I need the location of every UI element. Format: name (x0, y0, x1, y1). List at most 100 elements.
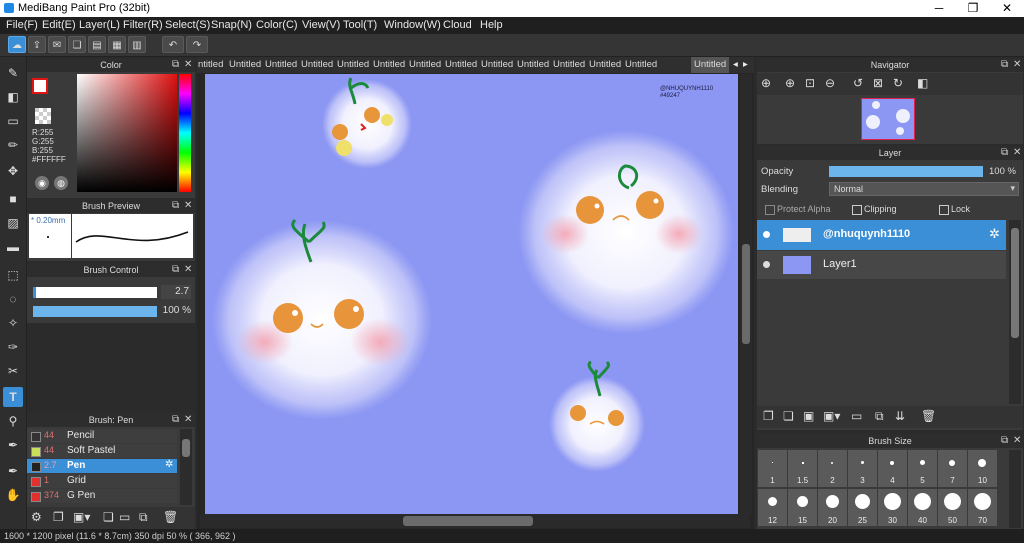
tab-untitled[interactable]: Untitled (265, 57, 297, 73)
brush-size-cell[interactable]: 3 (848, 450, 877, 487)
brush-opacity-slider[interactable] (33, 306, 157, 317)
tab-untitled[interactable]: Untitled (409, 57, 441, 73)
fit-window-icon[interactable]: ⊡ (805, 76, 815, 90)
bucket-tool-icon[interactable]: ▨ (3, 213, 23, 233)
lasso-tool-icon[interactable]: ◌ (3, 289, 23, 309)
brush-size-cell[interactable]: 1 (758, 450, 787, 487)
duplicate-icon[interactable]: ⧉ (139, 510, 148, 525)
brush-opacity-value[interactable]: 100 % (161, 304, 191, 318)
layer-row-selected[interactable]: @nhuquynh1110 ✲ (757, 220, 1006, 250)
brush-size-cell[interactable]: 12 (758, 489, 787, 526)
layer-row[interactable]: Layer1 (757, 251, 1006, 279)
zoom-in-icon[interactable]: ⊕ (785, 76, 795, 90)
new-layer-8bit-icon[interactable]: ▣ (803, 409, 814, 423)
popout-icon[interactable]: ⧉ (172, 263, 179, 277)
eraser-tool-icon[interactable]: ◧ (3, 87, 23, 107)
menu-snap[interactable]: Snap(N) (211, 19, 252, 31)
eye-icon[interactable] (763, 231, 770, 238)
protect-alpha-checkbox[interactable] (765, 205, 775, 215)
menu-cloud[interactable]: Cloud (443, 19, 472, 31)
comment-icon[interactable]: ❏ (68, 36, 86, 53)
add-brush-menu-icon[interactable]: ▣▾ (73, 510, 90, 524)
popout-icon[interactable]: ⧉ (172, 58, 179, 72)
close-icon[interactable]: ✕ (184, 199, 192, 213)
operation-tool-icon[interactable]: ⚲ (3, 411, 23, 431)
close-icon[interactable]: ✕ (1013, 146, 1021, 160)
fill-rect-tool-icon[interactable]: ■ (3, 189, 23, 209)
gradation-tool-icon[interactable]: ▬ (3, 237, 23, 257)
zoom-out-icon[interactable]: ⊖ (825, 76, 835, 90)
popout-icon[interactable]: ⧉ (172, 413, 179, 427)
trash-icon[interactable]: 🗑 (921, 409, 936, 423)
gear-icon[interactable]: ✲ (989, 226, 1000, 242)
menu-select[interactable]: Select(S) (165, 19, 210, 31)
brush-size-cell[interactable]: 30 (878, 489, 907, 526)
color-saturation-picker[interactable] (77, 74, 177, 192)
clipping-checkbox[interactable] (852, 205, 862, 215)
new-halftone-layer-icon[interactable]: ❏ (783, 409, 794, 423)
navigator-thumbnail[interactable] (861, 98, 915, 140)
text-tool-icon[interactable]: T (3, 387, 23, 407)
list-item[interactable]: 44 Soft Pastel (27, 444, 177, 458)
menu-layer[interactable]: Layer(L) (79, 19, 120, 31)
close-icon[interactable]: ✕ (184, 58, 192, 72)
merge-layer-icon[interactable]: ⇊ (895, 409, 905, 423)
primary-color-swatch[interactable] (32, 78, 48, 94)
page-icon[interactable]: ▤ (88, 36, 106, 53)
zoom-fit-icon[interactable]: ⊕ (761, 76, 771, 90)
rotate-right-icon[interactable]: ↻ (893, 76, 903, 90)
hue-slider[interactable] (179, 74, 191, 192)
redo-icon[interactable]: ↷ (186, 36, 208, 53)
menu-window[interactable]: Window(W) (384, 19, 441, 31)
palette-icon[interactable]: ◉ (35, 176, 49, 190)
close-icon[interactable]: ✕ (184, 413, 192, 427)
tab-untitled-active[interactable]: Untitled (691, 57, 730, 73)
layer-opacity-slider[interactable] (829, 166, 983, 177)
close-button[interactable]: ✕ (990, 0, 1024, 17)
tab-untitled[interactable]: Untitled (373, 57, 405, 73)
tab-untitled[interactable]: Untitled (553, 57, 585, 73)
brush-tool-icon[interactable]: ✎ (3, 63, 23, 83)
select-pen-tool-icon[interactable]: ✑ (3, 337, 23, 357)
add-layer-menu-icon[interactable]: ▣▾ (823, 409, 840, 423)
brush-size-cell[interactable]: 25 (848, 489, 877, 526)
new-brush-icon[interactable]: ❐ (53, 510, 64, 524)
close-icon[interactable]: ✕ (1013, 434, 1021, 448)
tab-scroll-right-icon[interactable]: ▸ (743, 57, 748, 73)
upload-icon[interactable]: ⇪ (28, 36, 46, 53)
duplicate-layer-icon[interactable]: ⧉ (875, 409, 884, 424)
popout-icon[interactable]: ⧉ (1001, 146, 1008, 160)
pages-icon[interactable]: ▦ (108, 36, 126, 53)
gear-icon[interactable]: ✲ (165, 459, 173, 470)
hand-tool-icon[interactable]: ✋ (3, 485, 23, 505)
chat-icon[interactable]: ✉ (48, 36, 66, 53)
tab-untitled[interactable]: Untitled (229, 57, 261, 73)
close-icon[interactable]: ✕ (184, 263, 192, 277)
shape-tool-icon[interactable]: ▭ (3, 111, 23, 131)
folder-icon[interactable]: ▭ (119, 510, 130, 524)
brush-size-cell[interactable]: 10 (968, 450, 997, 487)
menu-filter[interactable]: Filter(R) (123, 19, 163, 31)
brush-size-cell[interactable]: 50 (938, 489, 967, 526)
tab-untitled[interactable]: Untitled (301, 57, 333, 73)
brush-size-cell[interactable]: 1.5 (788, 450, 817, 487)
rotate-left-icon[interactable]: ↺ (853, 76, 863, 90)
select-tool-icon[interactable]: ⬚ (3, 265, 23, 285)
brush-size-cell[interactable]: 4 (878, 450, 907, 487)
color-history-icon[interactable]: ◍ (54, 176, 68, 190)
canvas-vertical-scrollbar[interactable] (740, 74, 752, 514)
list-item[interactable]: 1 Grid (27, 474, 177, 488)
layer-list-scrollbar[interactable] (1009, 220, 1021, 404)
trash-icon[interactable]: 🗑 (163, 510, 178, 524)
copy-brush-icon[interactable]: ❏ (103, 510, 114, 524)
dot-tool-icon[interactable]: ✏ (3, 135, 23, 155)
brush-size-cell[interactable]: 7 (938, 450, 967, 487)
tab-untitled[interactable]: Untitled (517, 57, 549, 73)
brush-size-cell[interactable]: 15 (788, 489, 817, 526)
tab-untitled[interactable]: Untitled (625, 57, 657, 73)
brush-size-cell[interactable]: 2 (818, 450, 847, 487)
move-tool-icon[interactable]: ✥ (3, 161, 23, 181)
list-item[interactable]: 44 Pencil (27, 429, 177, 443)
menu-tool[interactable]: Tool(T) (343, 19, 377, 31)
menu-file[interactable]: File(F) (6, 19, 38, 31)
